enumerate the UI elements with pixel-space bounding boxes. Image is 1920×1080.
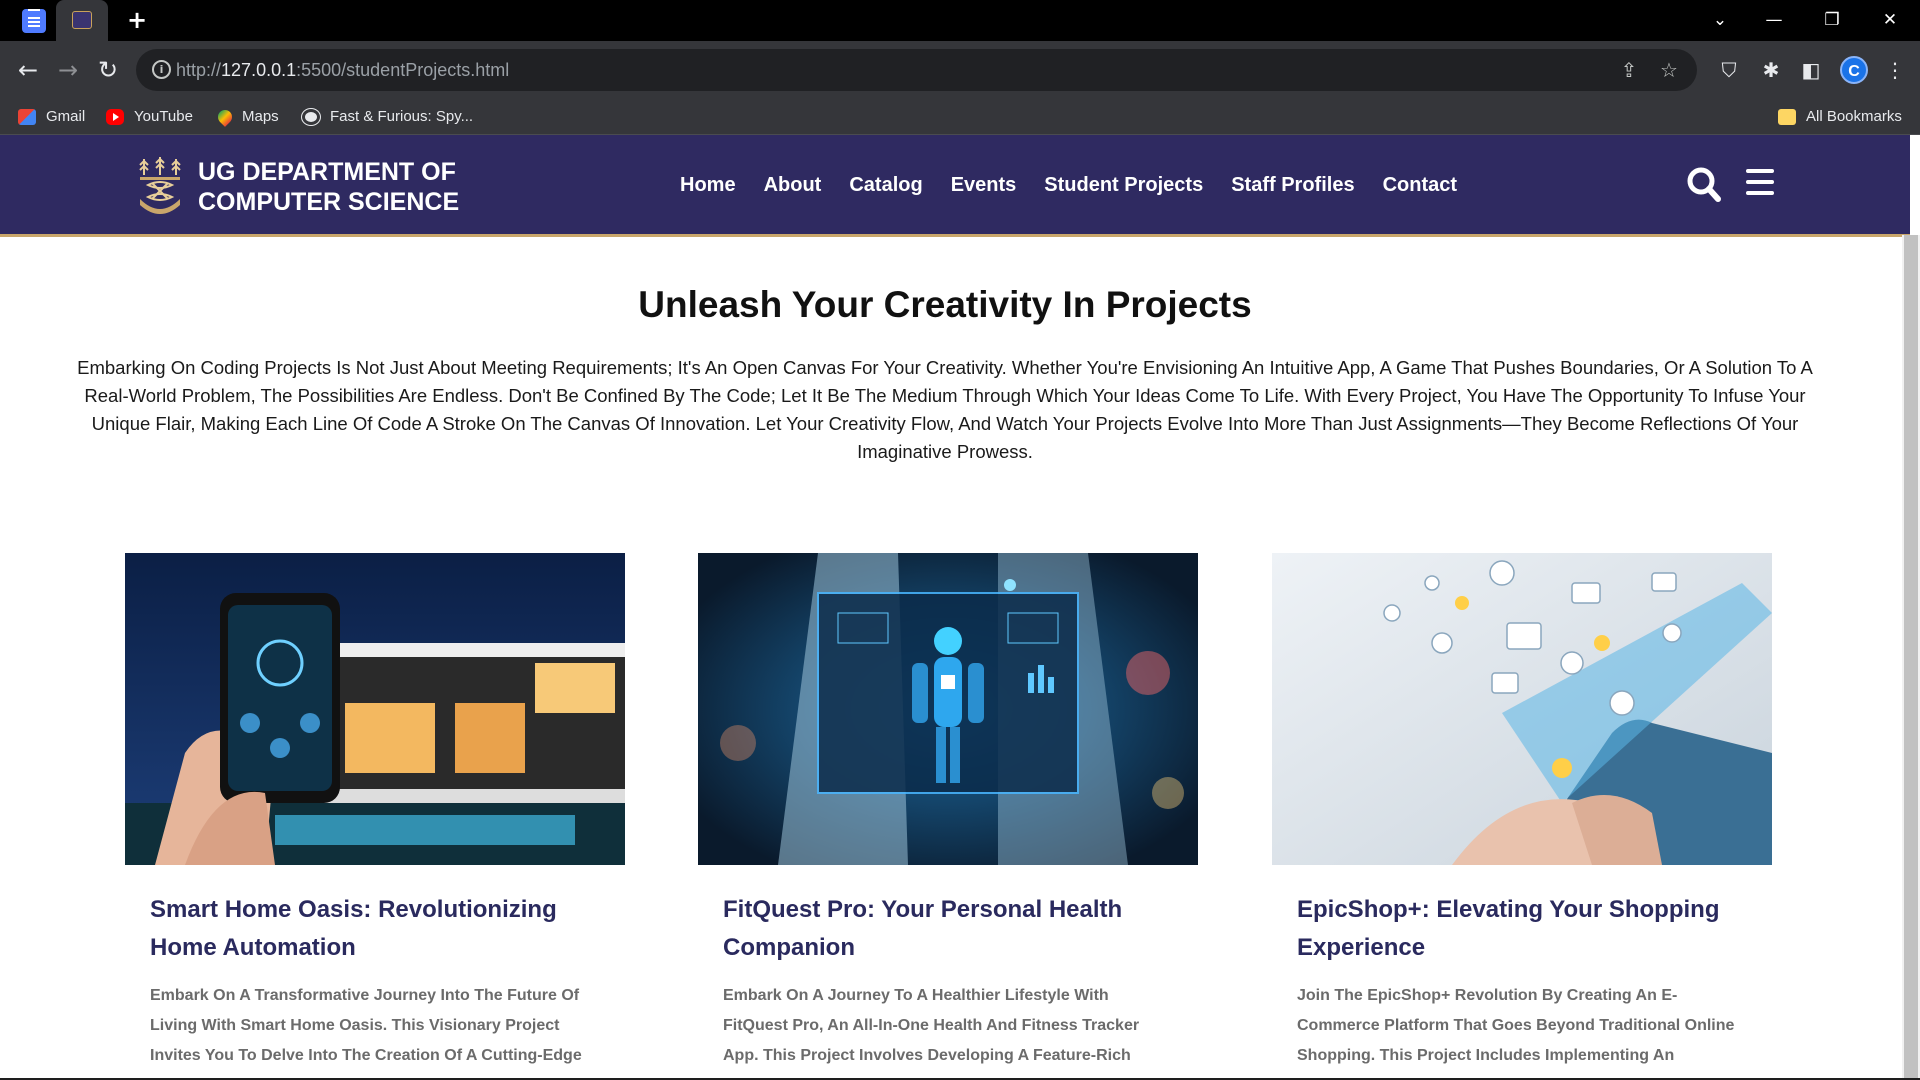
site-header: UG DEPARTMENT OF COMPUTER SCIENCE Home A… — [0, 135, 1910, 237]
back-button[interactable]: ← — [12, 54, 44, 86]
reload-button[interactable]: ↻ — [92, 54, 124, 86]
epicshop-image — [1272, 553, 1772, 865]
project-card-epicshop[interactable]: EpicShop+: Elevating Your Shopping Exper… — [1272, 553, 1772, 1071]
fitquest-image — [698, 553, 1198, 865]
project-description: Embark On A Transformative Journey Into … — [150, 987, 582, 1064]
address-bar[interactable]: i http://127.0.0.1:5500/studentProjects.… — [136, 49, 1697, 91]
close-window-button[interactable]: ✕ — [1862, 0, 1918, 41]
page-title: Unleash Your Creativity In Projects — [638, 284, 1252, 325]
nav-staff-profiles[interactable]: Staff Profiles — [1231, 171, 1354, 199]
site-brand[interactable]: UG DEPARTMENT OF COMPUTER SCIENCE — [198, 157, 459, 217]
brand-line-1: UG DEPARTMENT OF — [198, 158, 456, 186]
bookmark-youtube[interactable]: YouTube — [106, 107, 193, 127]
youtube-icon — [106, 109, 124, 125]
bookmark-maps[interactable]: Maps — [215, 107, 279, 127]
bookmark-fast-furious[interactable]: Fast & Furious: Spy... — [302, 107, 473, 127]
share-icon[interactable]: ⇪ — [1616, 57, 1642, 83]
nav-about[interactable]: About — [764, 171, 822, 199]
globe-icon — [302, 109, 320, 125]
profile-avatar[interactable]: C — [1840, 56, 1868, 84]
new-tab-button[interactable]: + — [124, 7, 150, 33]
smart-home-image — [125, 553, 625, 865]
intro-paragraph: Embarking On Coding Projects Is Not Just… — [77, 357, 1813, 462]
nav-student-projects[interactable]: Student Projects — [1044, 171, 1203, 199]
shield-extension-icon[interactable]: ⛉ — [1714, 55, 1744, 85]
nav-contact[interactable]: Contact — [1383, 171, 1457, 199]
url-text[interactable]: http://127.0.0.1:5500/studentProjects.ht… — [176, 60, 509, 80]
gmail-icon — [18, 109, 36, 125]
search-icon[interactable] — [1686, 165, 1722, 205]
university-crest-logo[interactable] — [132, 155, 188, 219]
site-info-icon[interactable]: i — [152, 60, 171, 79]
browser-menu-icon[interactable]: ⋮ — [1880, 55, 1910, 85]
docs-tab-icon[interactable] — [22, 9, 46, 33]
page-scrollbar[interactable] — [1902, 235, 1920, 1080]
tab-search-chevron-icon[interactable]: ⌄ — [1692, 0, 1748, 41]
site-favicon-icon — [72, 11, 92, 29]
bookmark-gmail[interactable]: Gmail — [18, 107, 85, 127]
active-tab[interactable] — [56, 0, 108, 41]
scrollbar-thumb[interactable] — [1904, 235, 1918, 1080]
bookmark-star-icon[interactable]: ☆ — [1656, 57, 1682, 83]
main-nav: Home About Catalog Events Student Projec… — [680, 171, 1457, 199]
minimize-button[interactable]: — — [1746, 0, 1802, 41]
project-title[interactable]: EpicShop+: Elevating Your Shopping Exper… — [1297, 891, 1737, 967]
brand-line-2: COMPUTER SCIENCE — [198, 188, 460, 216]
all-bookmarks-button[interactable]: All Bookmarks — [1778, 107, 1902, 127]
project-card-smart-home[interactable]: Smart Home Oasis: Revolutionizing Home A… — [125, 553, 625, 1071]
project-description: Join The EpicShop+ Revolution By Creatin… — [1297, 987, 1735, 1064]
project-title[interactable]: FitQuest Pro: Your Personal Health Compa… — [723, 891, 1163, 967]
extensions-puzzle-icon[interactable]: ✱ — [1756, 55, 1786, 85]
nav-events[interactable]: Events — [951, 171, 1017, 199]
browser-toolbar: ← → ↻ i http://127.0.0.1:5500/studentPro… — [0, 41, 1920, 99]
page-viewport: UG DEPARTMENT OF COMPUTER SCIENCE Home A… — [0, 135, 1920, 1080]
project-description: Embark On A Journey To A Healthier Lifes… — [723, 987, 1140, 1064]
folder-icon — [1778, 109, 1796, 125]
browser-tabstrip: + ⌄ — ❐ ✕ — [0, 0, 1920, 41]
maps-icon — [215, 107, 235, 127]
nav-home[interactable]: Home — [680, 171, 736, 199]
side-panel-icon[interactable]: ◧ — [1796, 55, 1826, 85]
nav-catalog[interactable]: Catalog — [849, 171, 922, 199]
project-title[interactable]: Smart Home Oasis: Revolutionizing Home A… — [150, 891, 590, 967]
forward-button[interactable]: → — [52, 54, 84, 86]
bookmarks-bar: Gmail YouTube Maps Fast & Furious: Spy..… — [0, 99, 1920, 135]
restore-button[interactable]: ❐ — [1804, 0, 1860, 41]
project-card-fitquest[interactable]: FitQuest Pro: Your Personal Health Compa… — [698, 553, 1198, 1071]
hamburger-menu-icon[interactable] — [1746, 169, 1776, 197]
